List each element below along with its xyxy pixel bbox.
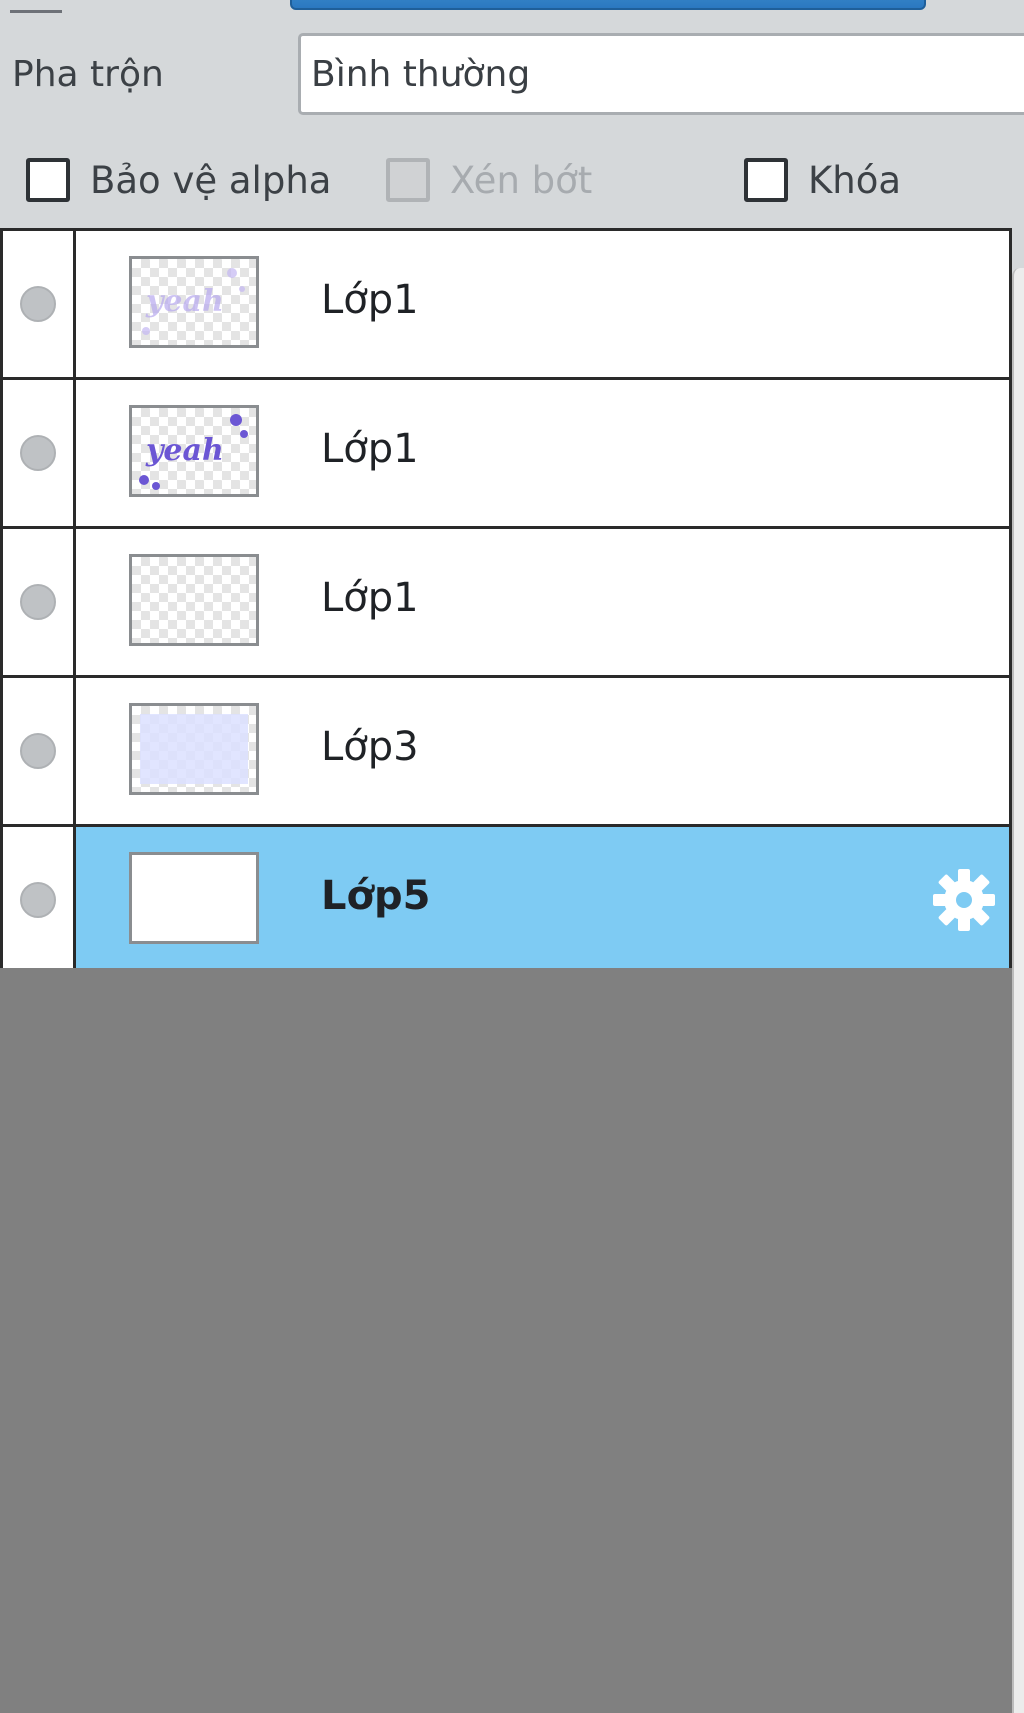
clipping-checkbox: [386, 158, 430, 202]
lock-checkbox[interactable]: [744, 158, 788, 202]
clipping-option: Xén bớt: [386, 150, 592, 210]
protect-alpha-label: Bảo vệ alpha: [90, 158, 332, 202]
visibility-toggle-icon[interactable]: [20, 733, 56, 769]
blend-mode-value: Bình thường: [311, 54, 531, 95]
layer-row-selected[interactable]: Lớp5: [0, 827, 1012, 976]
layer-body[interactable]: Lớp1: [76, 529, 1009, 675]
layer-name: Lớp3: [321, 724, 419, 770]
yeah-text-purple-icon: yeah: [139, 414, 248, 490]
lock-option[interactable]: Khóa: [744, 150, 901, 210]
layer-list-empty-area: [0, 968, 1012, 1713]
layer-row[interactable]: yeah Lớp1: [0, 380, 1012, 529]
visibility-column[interactable]: [3, 678, 76, 824]
layer-thumbnail: [129, 554, 259, 646]
layer-name: Lớp1: [321, 426, 419, 472]
visibility-toggle-icon[interactable]: [20, 435, 56, 471]
visibility-column[interactable]: [3, 827, 76, 973]
opacity-label-cropped: [10, 0, 62, 13]
layer-body[interactable]: yeah Lớp1: [76, 380, 1009, 526]
svg-text:yeah: yeah: [145, 433, 224, 468]
layer-list: yeah Lớp1 yeah Lớp1 Lớp1 Lớp3 Lớp5: [0, 228, 1012, 976]
visibility-column[interactable]: [3, 231, 76, 377]
layer-thumbnail: yeah: [129, 405, 259, 497]
layer-body[interactable]: Lớp3: [76, 678, 1009, 824]
visibility-column[interactable]: [3, 529, 76, 675]
layer-row[interactable]: Lớp3: [0, 678, 1012, 827]
layer-name: Lớp1: [321, 277, 419, 323]
scrollbar[interactable]: [1012, 268, 1024, 1713]
opacity-slider[interactable]: [290, 0, 926, 10]
visibility-toggle-icon[interactable]: [20, 286, 56, 322]
layer-name: Lớp1: [321, 575, 419, 621]
blend-mode-label: Pha trộn: [12, 54, 164, 95]
clipping-label: Xén bớt: [450, 158, 593, 202]
layer-thumbnail: [129, 703, 259, 795]
layer-thumbnail: [129, 852, 259, 944]
svg-text:yeah: yeah: [145, 284, 224, 319]
layer-thumbnail: yeah: [129, 256, 259, 348]
layer-name: Lớp5: [321, 873, 431, 919]
layer-body[interactable]: yeah Lớp1: [76, 231, 1009, 377]
layer-body[interactable]: Lớp5: [76, 827, 1009, 973]
gear-icon[interactable]: [929, 865, 999, 935]
protect-alpha-checkbox[interactable]: [26, 158, 70, 202]
layer-row[interactable]: Lớp1: [0, 529, 1012, 678]
opacity-row: [0, 0, 1024, 20]
protect-alpha-option[interactable]: Bảo vệ alpha: [26, 150, 331, 210]
lock-label: Khóa: [808, 158, 902, 202]
blend-mode-select[interactable]: Bình thường: [298, 33, 1024, 115]
layer-row[interactable]: yeah Lớp1: [0, 231, 1012, 380]
visibility-toggle-icon[interactable]: [20, 584, 56, 620]
visibility-column[interactable]: [3, 380, 76, 526]
yeah-text-faded-icon: yeah: [142, 268, 245, 335]
visibility-toggle-icon[interactable]: [20, 882, 56, 918]
